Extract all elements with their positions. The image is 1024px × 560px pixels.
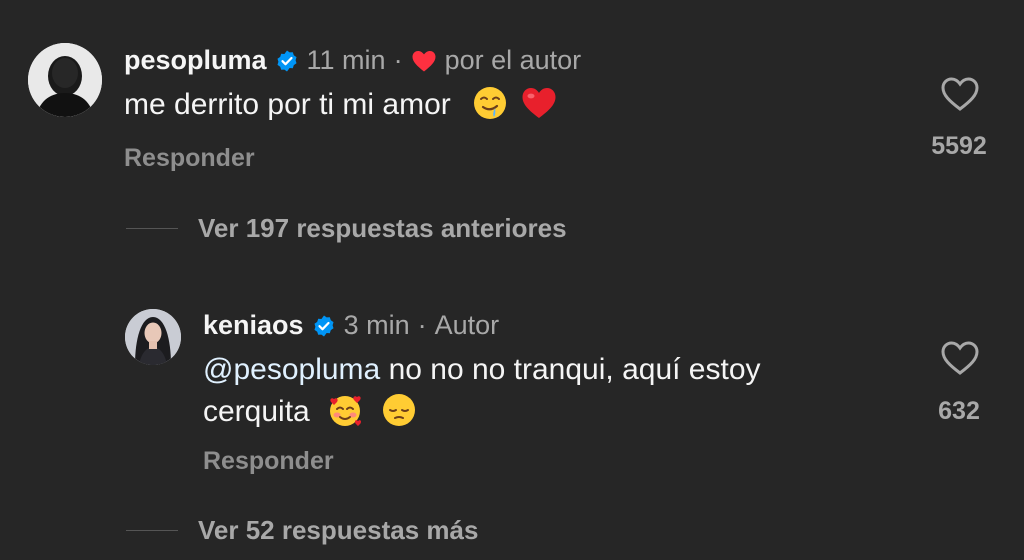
author-label: Autor (434, 310, 500, 340)
comment-body: me derrito por ti mi amor (124, 88, 451, 121)
pensive-face-emoji (382, 393, 416, 427)
avatar-photo-icon (125, 309, 181, 365)
reply-button[interactable]: Responder (124, 144, 255, 173)
reply-button[interactable]: Responder (203, 447, 334, 476)
view-previous-replies-label: Ver 197 respuestas anteriores (198, 213, 567, 243)
separator-dot: · (393, 45, 403, 75)
comment-thread: pesopluma 11 min · por el autor me derri… (0, 0, 1024, 560)
avatar-silhouette-icon (28, 43, 102, 117)
like-count: 632 (938, 397, 980, 425)
comment-header: pesopluma 11 min · por el autor (124, 44, 581, 76)
comment-header: keniaos 3 min · Autor (203, 309, 499, 341)
comment-time: 11 min (306, 45, 386, 75)
drooling-face-emoji (473, 86, 507, 120)
like-count: 5592 (931, 132, 987, 160)
liked-by-author-label: por el autor (444, 45, 582, 75)
view-previous-replies[interactable]: Ver 197 respuestas anteriores (126, 213, 567, 244)
like-button[interactable] (940, 76, 980, 117)
comment-time: 3 min (343, 310, 410, 340)
comment-text: me derrito por ti mi amor (124, 84, 556, 126)
avatar-pesopluma[interactable] (28, 43, 102, 117)
smiling-face-with-hearts-emoji (328, 393, 362, 427)
liked-by-author-heart-icon (411, 48, 437, 72)
comment-line-1: @pesopluma no no no tranqui, aquí estoy (203, 349, 903, 391)
mention-link[interactable]: @pesopluma (203, 353, 380, 386)
verified-badge-icon (275, 48, 299, 72)
username[interactable]: pesopluma (124, 44, 267, 76)
avatar-keniaos[interactable] (125, 309, 181, 365)
heart-icon (941, 341, 979, 375)
view-more-replies-label: Ver 52 respuestas más (198, 515, 479, 545)
divider-line (126, 228, 178, 229)
comment-text: @pesopluma no no no tranqui, aquí estoy … (203, 349, 903, 433)
divider-line (126, 530, 178, 531)
heart-icon (941, 77, 979, 111)
verified-badge-icon (312, 313, 336, 337)
like-button[interactable] (940, 340, 980, 381)
separator-dot: · (417, 310, 427, 340)
red-heart-emoji (521, 86, 556, 120)
username[interactable]: keniaos (203, 309, 304, 341)
comment-line-2: cerquita (203, 391, 903, 433)
comment-body-line-1: no no no tranqui, aquí estoy (388, 353, 761, 386)
view-more-replies[interactable]: Ver 52 respuestas más (126, 515, 478, 546)
comment-body-line-2: cerquita (203, 395, 310, 428)
